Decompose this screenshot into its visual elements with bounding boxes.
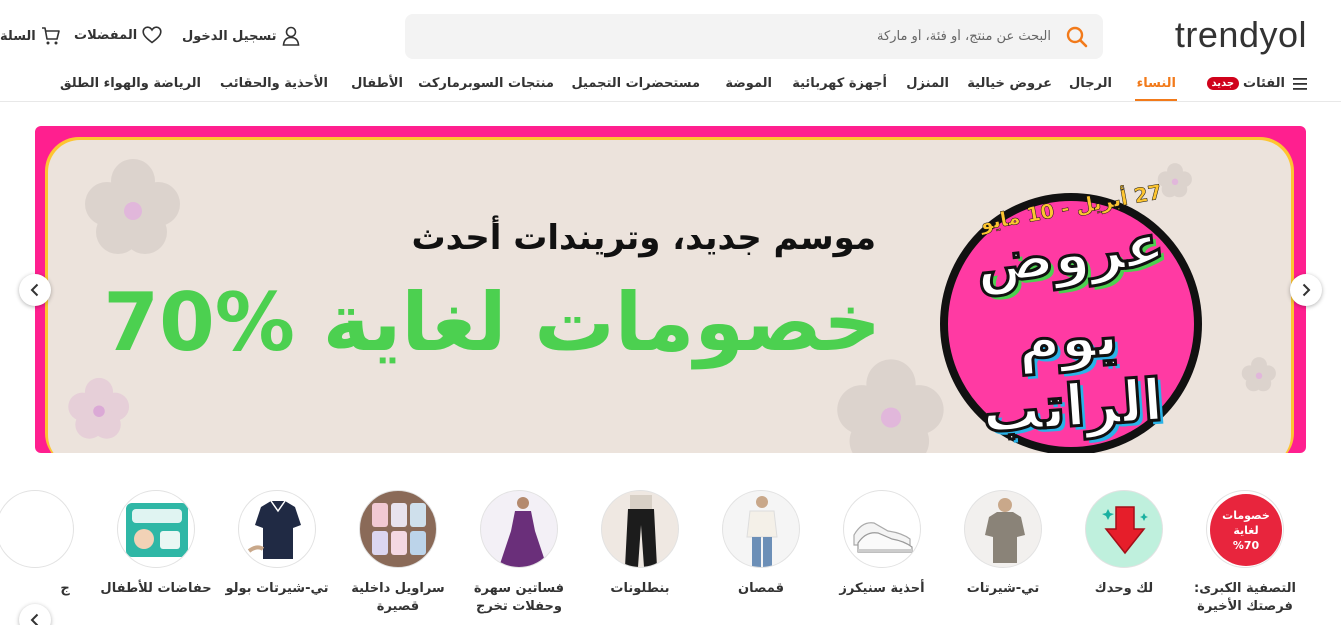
category-item[interactable]: فساتين سهرة وحفلات تخرج xyxy=(459,490,579,616)
hamburger-menu-icon xyxy=(1293,77,1307,90)
banner-next-button[interactable] xyxy=(1290,274,1322,306)
cart-label: السلة xyxy=(0,28,36,44)
favorites-link[interactable]: المفضلات xyxy=(74,26,162,44)
category-strip: خصومات لغاية 70% التصفية الكبرى: فرصتك ا… xyxy=(0,490,1341,625)
pants-photo xyxy=(601,490,679,568)
category-label: فساتين سهرة وحفلات تخرج xyxy=(473,581,565,614)
category-label: حفاضات للأطفال xyxy=(100,581,212,596)
category-label: ج xyxy=(60,581,70,596)
categories-menu[interactable]: الفئات جديد xyxy=(1206,76,1307,91)
category-label: لك وحدك xyxy=(1094,581,1154,596)
nav-item-cosmetics[interactable]: مستحضرات التجميل xyxy=(571,76,700,91)
new-badge: جديد xyxy=(1206,77,1240,90)
chevron-right-icon xyxy=(1302,283,1311,297)
nav-item-electronics[interactable]: أجهزة كهربائية xyxy=(792,76,887,91)
category-label: سراويل داخلية قصيرة xyxy=(351,581,445,614)
badge-line2: يوم الراتب xyxy=(978,299,1166,447)
category-item[interactable]: تي-شيرتات بولو xyxy=(217,490,337,598)
flower-decoration-icon xyxy=(1157,163,1192,198)
categories-label: الفئات xyxy=(1243,76,1285,91)
search-input[interactable] xyxy=(451,14,1051,59)
nav-item-fashion[interactable]: الموضة xyxy=(725,76,772,91)
category-item[interactable]: ج xyxy=(0,490,95,598)
category-label: بنطلونات xyxy=(610,581,670,596)
banner-subtitle: موسم جديد، وتريندات أحدث xyxy=(411,218,876,258)
polo-photo xyxy=(238,490,316,568)
category-item[interactable]: حفاضات للأطفال xyxy=(96,490,216,598)
trendyol-logo[interactable]: trendyol xyxy=(1175,14,1307,56)
nav-item-supermarket[interactable]: منتجات السوبرماركت xyxy=(418,76,554,91)
category-label: قمصان xyxy=(737,581,784,596)
chevron-left-icon xyxy=(30,613,39,625)
nav-item-kids[interactable]: الأطفال xyxy=(351,76,403,91)
nav-active-underline xyxy=(1135,99,1177,101)
search-bar[interactable] xyxy=(405,14,1103,59)
diapers-photo xyxy=(117,490,195,568)
sale-badge-icon: خصومات لغاية 70% xyxy=(1206,490,1284,568)
category-label: التصفية الكبرى: فرصتك الأخيرة xyxy=(1194,581,1296,614)
category-item[interactable]: لك وحدك xyxy=(1064,490,1184,598)
partial-photo xyxy=(0,490,74,568)
login-label: تسجيل الدخول xyxy=(182,28,277,44)
banner-prev-button[interactable] xyxy=(19,274,51,306)
category-item[interactable]: تي-شيرتات xyxy=(943,490,1063,598)
cart-link[interactable]: السلة xyxy=(0,26,61,46)
category-label: تي-شيرتات xyxy=(966,581,1040,596)
heart-icon xyxy=(142,26,162,44)
sneakers-photo xyxy=(843,490,921,568)
down-arrow-gift-icon xyxy=(1085,490,1163,568)
category-label: أحذية سنيكرز xyxy=(839,581,925,596)
nav-item-sports[interactable]: الرياضة والهواء الطلق xyxy=(60,76,201,91)
login-link[interactable]: تسجيل الدخول xyxy=(182,26,300,46)
promo-banner[interactable]: موسم جديد، وتريندات أحدث خصومات لغاية %7… xyxy=(35,126,1306,453)
shirt-photo xyxy=(722,490,800,568)
flower-decoration-icon xyxy=(1241,357,1276,392)
category-item[interactable]: خصومات لغاية 70% التصفية الكبرى: فرصتك ا… xyxy=(1185,490,1305,616)
nav-item-men[interactable]: الرجال xyxy=(1069,76,1112,91)
nav-item-women[interactable]: النساء xyxy=(1137,76,1176,91)
header: trendyol تسجيل الدخول المفضلات السلة xyxy=(0,0,1341,72)
flower-decoration-icon xyxy=(85,159,180,254)
chevron-left-icon xyxy=(30,283,39,297)
main-nav: الفئات جديد النساء الرجال عروض خيالية ال… xyxy=(0,72,1341,102)
sale-badge-text: خصومات لغاية 70% xyxy=(1222,508,1270,552)
category-item[interactable]: قمصان xyxy=(701,490,821,598)
search-icon[interactable] xyxy=(1065,25,1089,49)
nav-item-deals[interactable]: عروض خيالية xyxy=(967,76,1052,91)
category-label: تي-شيرتات بولو xyxy=(225,581,329,596)
evening-dress-photo xyxy=(480,490,558,568)
nav-item-shoes-bags[interactable]: الأحذية والحقائب xyxy=(220,76,328,91)
flower-decoration-icon xyxy=(68,377,130,439)
banner-headline: خصومات لغاية %70 xyxy=(103,276,881,369)
cart-icon xyxy=(41,27,60,45)
favorites-label: المفضلات xyxy=(74,27,138,43)
underwear-photo xyxy=(359,490,437,568)
category-item[interactable]: أحذية سنيكرز xyxy=(822,490,942,598)
user-icon xyxy=(282,26,299,46)
tshirt-photo xyxy=(964,490,1042,568)
category-item[interactable]: بنطلونات xyxy=(580,490,700,598)
nav-item-home[interactable]: المنزل xyxy=(906,76,949,91)
category-item[interactable]: سراويل داخلية قصيرة xyxy=(338,490,458,616)
